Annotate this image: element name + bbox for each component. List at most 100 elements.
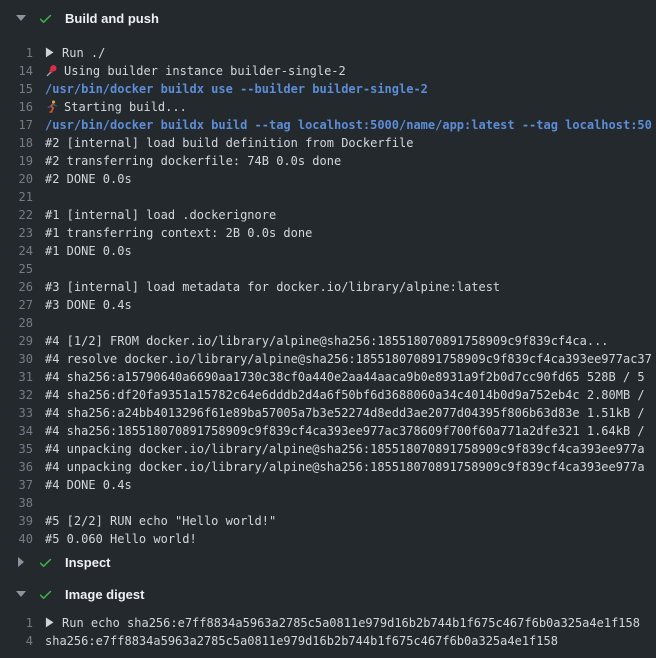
log-section-image-digest: Image digest 1 Run echo sha256:e7ff8834a59… — [0, 580, 656, 650]
log-text: #1 transferring context: 2B 0.0s done — [45, 224, 656, 242]
line-number[interactable]: 30 — [0, 350, 45, 368]
log-text-content: #5 [2/2] RUN echo "Hello world!" — [45, 514, 276, 528]
log-text-content: #4 sha256:a24bb4013296f61e89ba57005a7b3e… — [45, 406, 645, 420]
log-line: 17/usr/bin/docker buildx build --tag loc… — [0, 116, 656, 134]
log-line: 29#4 [1/2] FROM docker.io/library/alpine… — [0, 332, 656, 350]
log-text-content: #1 DONE 0.0s — [45, 244, 132, 258]
line-number[interactable]: 33 — [0, 404, 45, 422]
line-number[interactable]: 36 — [0, 458, 45, 476]
section-title: Inspect — [65, 555, 111, 570]
log-text: Starting build... — [45, 98, 656, 116]
section-title: Build and push — [65, 11, 159, 26]
log-text-content: #3 [internal] load metadata for docker.i… — [45, 280, 500, 294]
log-line: 25 — [0, 260, 656, 278]
log-text-content: #1 transferring context: 2B 0.0s done — [45, 226, 312, 240]
log-text-content: /usr/bin/docker buildx use --builder bui… — [45, 82, 428, 96]
log-text-content: #4 resolve docker.io/library/alpine@sha2… — [45, 352, 652, 366]
log-text: #1 [internal] load .dockerignore — [45, 206, 656, 224]
log-text: #4 sha256:df20fa9351a15782c64e6dddb2d4a6… — [45, 386, 656, 404]
log-line: 24#1 DONE 0.0s — [0, 242, 656, 260]
line-number[interactable]: 14 — [0, 62, 45, 80]
line-number[interactable]: 17 — [0, 116, 45, 134]
chevron-down-icon[interactable] — [13, 15, 29, 21]
log-line: 14Using builder instance builder-single-… — [0, 62, 656, 80]
log-line: 4sha256:e7ff8834a5963a2785c5a0811e979d16… — [0, 632, 656, 650]
log-text — [45, 260, 656, 278]
log-text-content: /usr/bin/docker buildx build --tag local… — [45, 118, 652, 132]
log-text: #3 DONE 0.4s — [45, 296, 656, 314]
log-line: 28 — [0, 314, 656, 332]
log-line: 15/usr/bin/docker buildx use --builder b… — [0, 80, 656, 98]
log-line: 32#4 sha256:df20fa9351a15782c64e6dddb2d4… — [0, 386, 656, 404]
line-number[interactable]: 20 — [0, 170, 45, 188]
log-line: 38 — [0, 494, 656, 512]
log-text: Run ./ — [45, 44, 656, 62]
log-line: 40#5 0.060 Hello world! — [0, 530, 656, 548]
log-text-content: #2 DONE 0.0s — [45, 172, 132, 186]
log-text: #4 sha256:a15790640a6690aa1730c38cf0a440… — [45, 368, 656, 386]
log-text — [45, 314, 656, 332]
log-line: 26#3 [internal] load metadata for docker… — [0, 278, 656, 296]
line-number[interactable]: 28 — [0, 314, 45, 332]
log-text: #4 DONE 0.4s — [45, 476, 656, 494]
line-number[interactable]: 34 — [0, 422, 45, 440]
log-text: Run echo sha256:e7ff8834a5963a2785c5a081… — [45, 614, 656, 632]
log-text-content: #4 sha256:185518070891758909c9f839cf4ca3… — [45, 424, 645, 438]
log-section-inspect: Inspect — [0, 548, 656, 576]
log-text-content: Run ./ — [62, 46, 105, 60]
line-number[interactable]: 23 — [0, 224, 45, 242]
line-number[interactable]: 32 — [0, 386, 45, 404]
section-header-image-digest[interactable]: Image digest — [0, 580, 656, 608]
line-number[interactable]: 1 — [0, 44, 45, 62]
log-text-content: Run echo sha256:e7ff8834a5963a2785c5a081… — [62, 616, 640, 630]
line-number[interactable]: 1 — [0, 614, 45, 632]
log-text — [45, 188, 656, 206]
log-line: 37#4 DONE 0.4s — [0, 476, 656, 494]
log-text: #4 sha256:185518070891758909c9f839cf4ca3… — [45, 422, 656, 440]
section-header-inspect[interactable]: Inspect — [0, 548, 656, 576]
line-number[interactable]: 18 — [0, 134, 45, 152]
log-text-content: #3 DONE 0.4s — [45, 298, 132, 312]
pushpin-icon — [45, 64, 58, 77]
line-number[interactable]: 35 — [0, 440, 45, 458]
check-icon — [38, 555, 53, 570]
log-text: #4 [1/2] FROM docker.io/library/alpine@s… — [45, 332, 656, 350]
log-line: 30#4 resolve docker.io/library/alpine@sh… — [0, 350, 656, 368]
section-content-image-digest: 1 Run echo sha256:e7ff8834a5963a2785c5a08… — [0, 608, 656, 650]
log-text: Using builder instance builder-single-2 — [45, 62, 656, 80]
line-number[interactable]: 22 — [0, 206, 45, 224]
log-text-content: #5 0.060 Hello world! — [45, 532, 197, 546]
line-number[interactable]: 15 — [0, 80, 45, 98]
log-text-content: #4 unpacking docker.io/library/alpine@sh… — [45, 442, 645, 456]
line-number[interactable]: 39 — [0, 512, 45, 530]
play-icon — [45, 615, 54, 626]
log-text: /usr/bin/docker buildx use --builder bui… — [45, 80, 656, 98]
runner-icon — [45, 100, 58, 113]
log-text-content: #1 [internal] load .dockerignore — [45, 208, 276, 222]
line-number[interactable]: 40 — [0, 530, 45, 548]
line-number[interactable]: 27 — [0, 296, 45, 314]
line-number[interactable]: 29 — [0, 332, 45, 350]
line-number[interactable]: 4 — [0, 632, 45, 650]
line-number[interactable]: 26 — [0, 278, 45, 296]
line-number[interactable]: 21 — [0, 188, 45, 206]
line-number[interactable]: 31 — [0, 368, 45, 386]
log-text-content: sha256:e7ff8834a5963a2785c5a0811e979d16b… — [45, 634, 558, 648]
line-number[interactable]: 38 — [0, 494, 45, 512]
line-number[interactable]: 37 — [0, 476, 45, 494]
section-header-build-and-push[interactable]: Build and push — [0, 0, 656, 36]
line-number[interactable]: 16 — [0, 98, 45, 116]
chevron-down-icon[interactable] — [13, 591, 29, 597]
line-number[interactable]: 19 — [0, 152, 45, 170]
log-line: 20#2 DONE 0.0s — [0, 170, 656, 188]
log-text-content: Starting build... — [64, 100, 187, 114]
line-number[interactable]: 24 — [0, 242, 45, 260]
log-line: 18#2 [internal] load build definition fr… — [0, 134, 656, 152]
line-number[interactable]: 25 — [0, 260, 45, 278]
log-line: 22#1 [internal] load .dockerignore — [0, 206, 656, 224]
log-text-content: #4 unpacking docker.io/library/alpine@sh… — [45, 460, 645, 474]
log-text: #4 resolve docker.io/library/alpine@sha2… — [45, 350, 656, 368]
chevron-right-icon[interactable] — [13, 557, 29, 567]
log-line: 34#4 sha256:185518070891758909c9f839cf4c… — [0, 422, 656, 440]
log-line: 35#4 unpacking docker.io/library/alpine@… — [0, 440, 656, 458]
